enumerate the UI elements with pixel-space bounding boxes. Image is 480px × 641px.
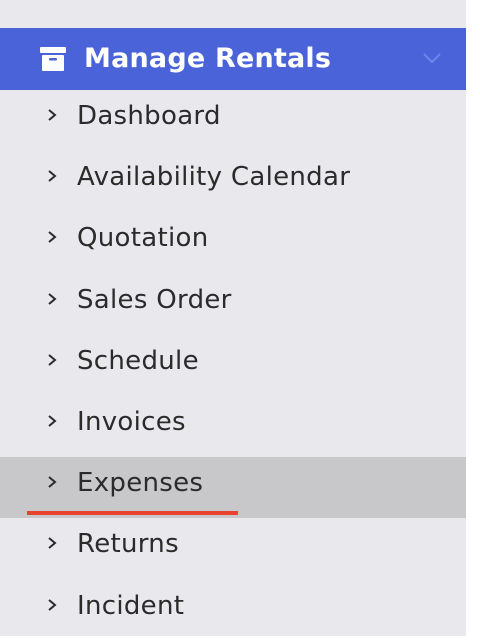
menu-item-label: Schedule (77, 345, 199, 376)
chevron-right-icon (48, 231, 57, 244)
rentals-menu: Dashboard Availability Calendar Quotatio… (0, 90, 466, 641)
chevron-right-icon (48, 415, 57, 427)
manage-rentals-header[interactable]: Manage Rentals (0, 28, 466, 90)
page-edge (466, 0, 480, 636)
menu-item-label: Invoices (77, 406, 186, 437)
menu-item-label: Availability Calendar (77, 162, 351, 193)
menu-item-label: Returns (77, 529, 179, 560)
chevron-right-icon (48, 353, 57, 366)
menu-item-label: Sales Order (77, 284, 232, 315)
chevron-right-icon (48, 292, 57, 305)
sidebar: Manage Rentals Dashboard Availability Ca… (0, 0, 466, 636)
menu-item-expenses[interactable]: Expenses (0, 457, 466, 519)
chevron-right-icon (48, 109, 57, 121)
section-title: Manage Rentals (84, 43, 332, 74)
menu-item-incident[interactable]: Incident (0, 580, 466, 641)
menu-item-availability-calendar[interactable]: Availability Calendar (0, 151, 466, 212)
menu-item-label: Expenses (77, 468, 204, 499)
menu-item-invoices[interactable]: Invoices (0, 396, 466, 457)
menu-item-label: Quotation (77, 223, 209, 254)
menu-item-label: Dashboard (77, 101, 221, 131)
active-item-underline (27, 511, 238, 515)
menu-item-schedule[interactable]: Schedule (0, 335, 466, 396)
chevron-right-icon (48, 537, 57, 550)
menu-item-dashboard[interactable]: Dashboard (0, 90, 466, 151)
archive-box-icon (40, 47, 66, 71)
chevron-down-icon[interactable] (422, 50, 442, 66)
menu-item-quotation[interactable]: Quotation (0, 212, 466, 273)
chevron-right-icon (48, 170, 57, 182)
menu-item-label: Incident (77, 590, 185, 621)
chevron-right-icon (48, 598, 57, 611)
menu-item-returns[interactable]: Returns (0, 518, 466, 579)
chevron-right-icon (48, 476, 57, 488)
menu-item-sales-order[interactable]: Sales Order (0, 274, 466, 335)
